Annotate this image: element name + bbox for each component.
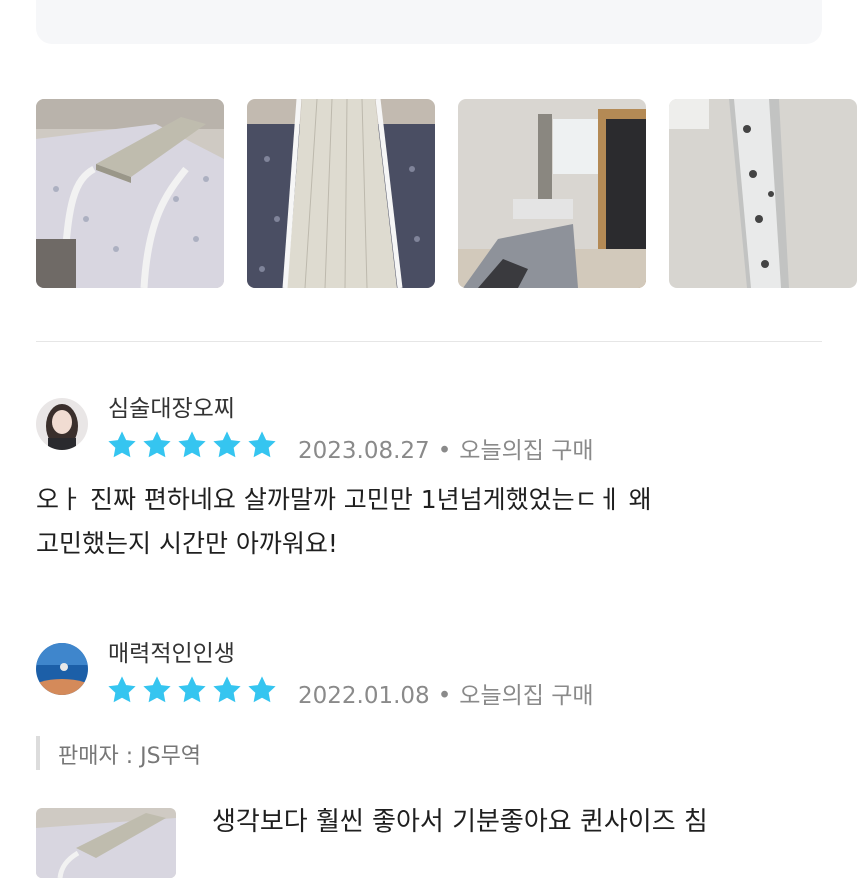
rating-stars	[106, 429, 278, 461]
review-body: 생각보다 훨씬 좋아서 기분좋아요 퀸사이즈 침	[212, 800, 812, 844]
star-icon	[143, 431, 171, 458]
review-photo-3[interactable]	[458, 99, 646, 288]
star-icon	[213, 676, 241, 703]
rating-stars	[106, 674, 278, 706]
seller-label: 판매자 : JS무역	[58, 744, 202, 769]
star-icon	[213, 431, 241, 458]
review-meta: 2022.01.08 • 오늘의집 구매	[298, 676, 594, 710]
star-icon	[178, 676, 206, 703]
star-icon	[143, 676, 171, 703]
star-icon	[248, 431, 276, 458]
separator-dot: •	[437, 683, 452, 709]
review-line: 오ㅏ 진짜 편하네요 살까말까 고민만 1년넘게했었는ㄷㅔ 왜	[36, 485, 652, 514]
star-icon	[248, 676, 276, 703]
purchase-source: 오늘의집 구매	[459, 683, 594, 709]
review-photo-thumbnail[interactable]	[36, 808, 176, 878]
star-icon	[178, 431, 206, 458]
review-photo-2[interactable]	[247, 99, 435, 288]
review-line: 생각보다 훨씬 좋아서 기분좋아요 퀸사이즈 침	[212, 807, 708, 837]
review-date: 2023.08.27	[298, 438, 430, 464]
review-username[interactable]: 심술대장오찌	[108, 389, 235, 423]
purchase-source: 오늘의집 구매	[459, 438, 594, 464]
previous-content-card	[36, 0, 822, 44]
seller-reply-bar	[36, 736, 40, 770]
review-photo-4[interactable]	[669, 99, 857, 288]
separator-dot: •	[437, 438, 452, 464]
section-divider	[36, 341, 822, 342]
star-icon	[108, 431, 136, 458]
user-avatar[interactable]	[36, 643, 88, 695]
star-icon	[108, 676, 136, 703]
review-meta: 2023.08.27 • 오늘의집 구매	[298, 431, 594, 465]
user-avatar[interactable]	[36, 398, 88, 450]
review-photo-1[interactable]	[36, 99, 224, 288]
review-line: 고민했는지 시간만 아까워요!	[36, 529, 338, 558]
review-body: 오ㅏ 진짜 편하네요 살까말까 고민만 1년넘게했었는ㄷㅔ 왜 고민했는지 시간…	[36, 478, 652, 566]
review-date: 2022.01.08	[298, 683, 430, 709]
review-username[interactable]: 매력적인인생	[108, 634, 235, 668]
